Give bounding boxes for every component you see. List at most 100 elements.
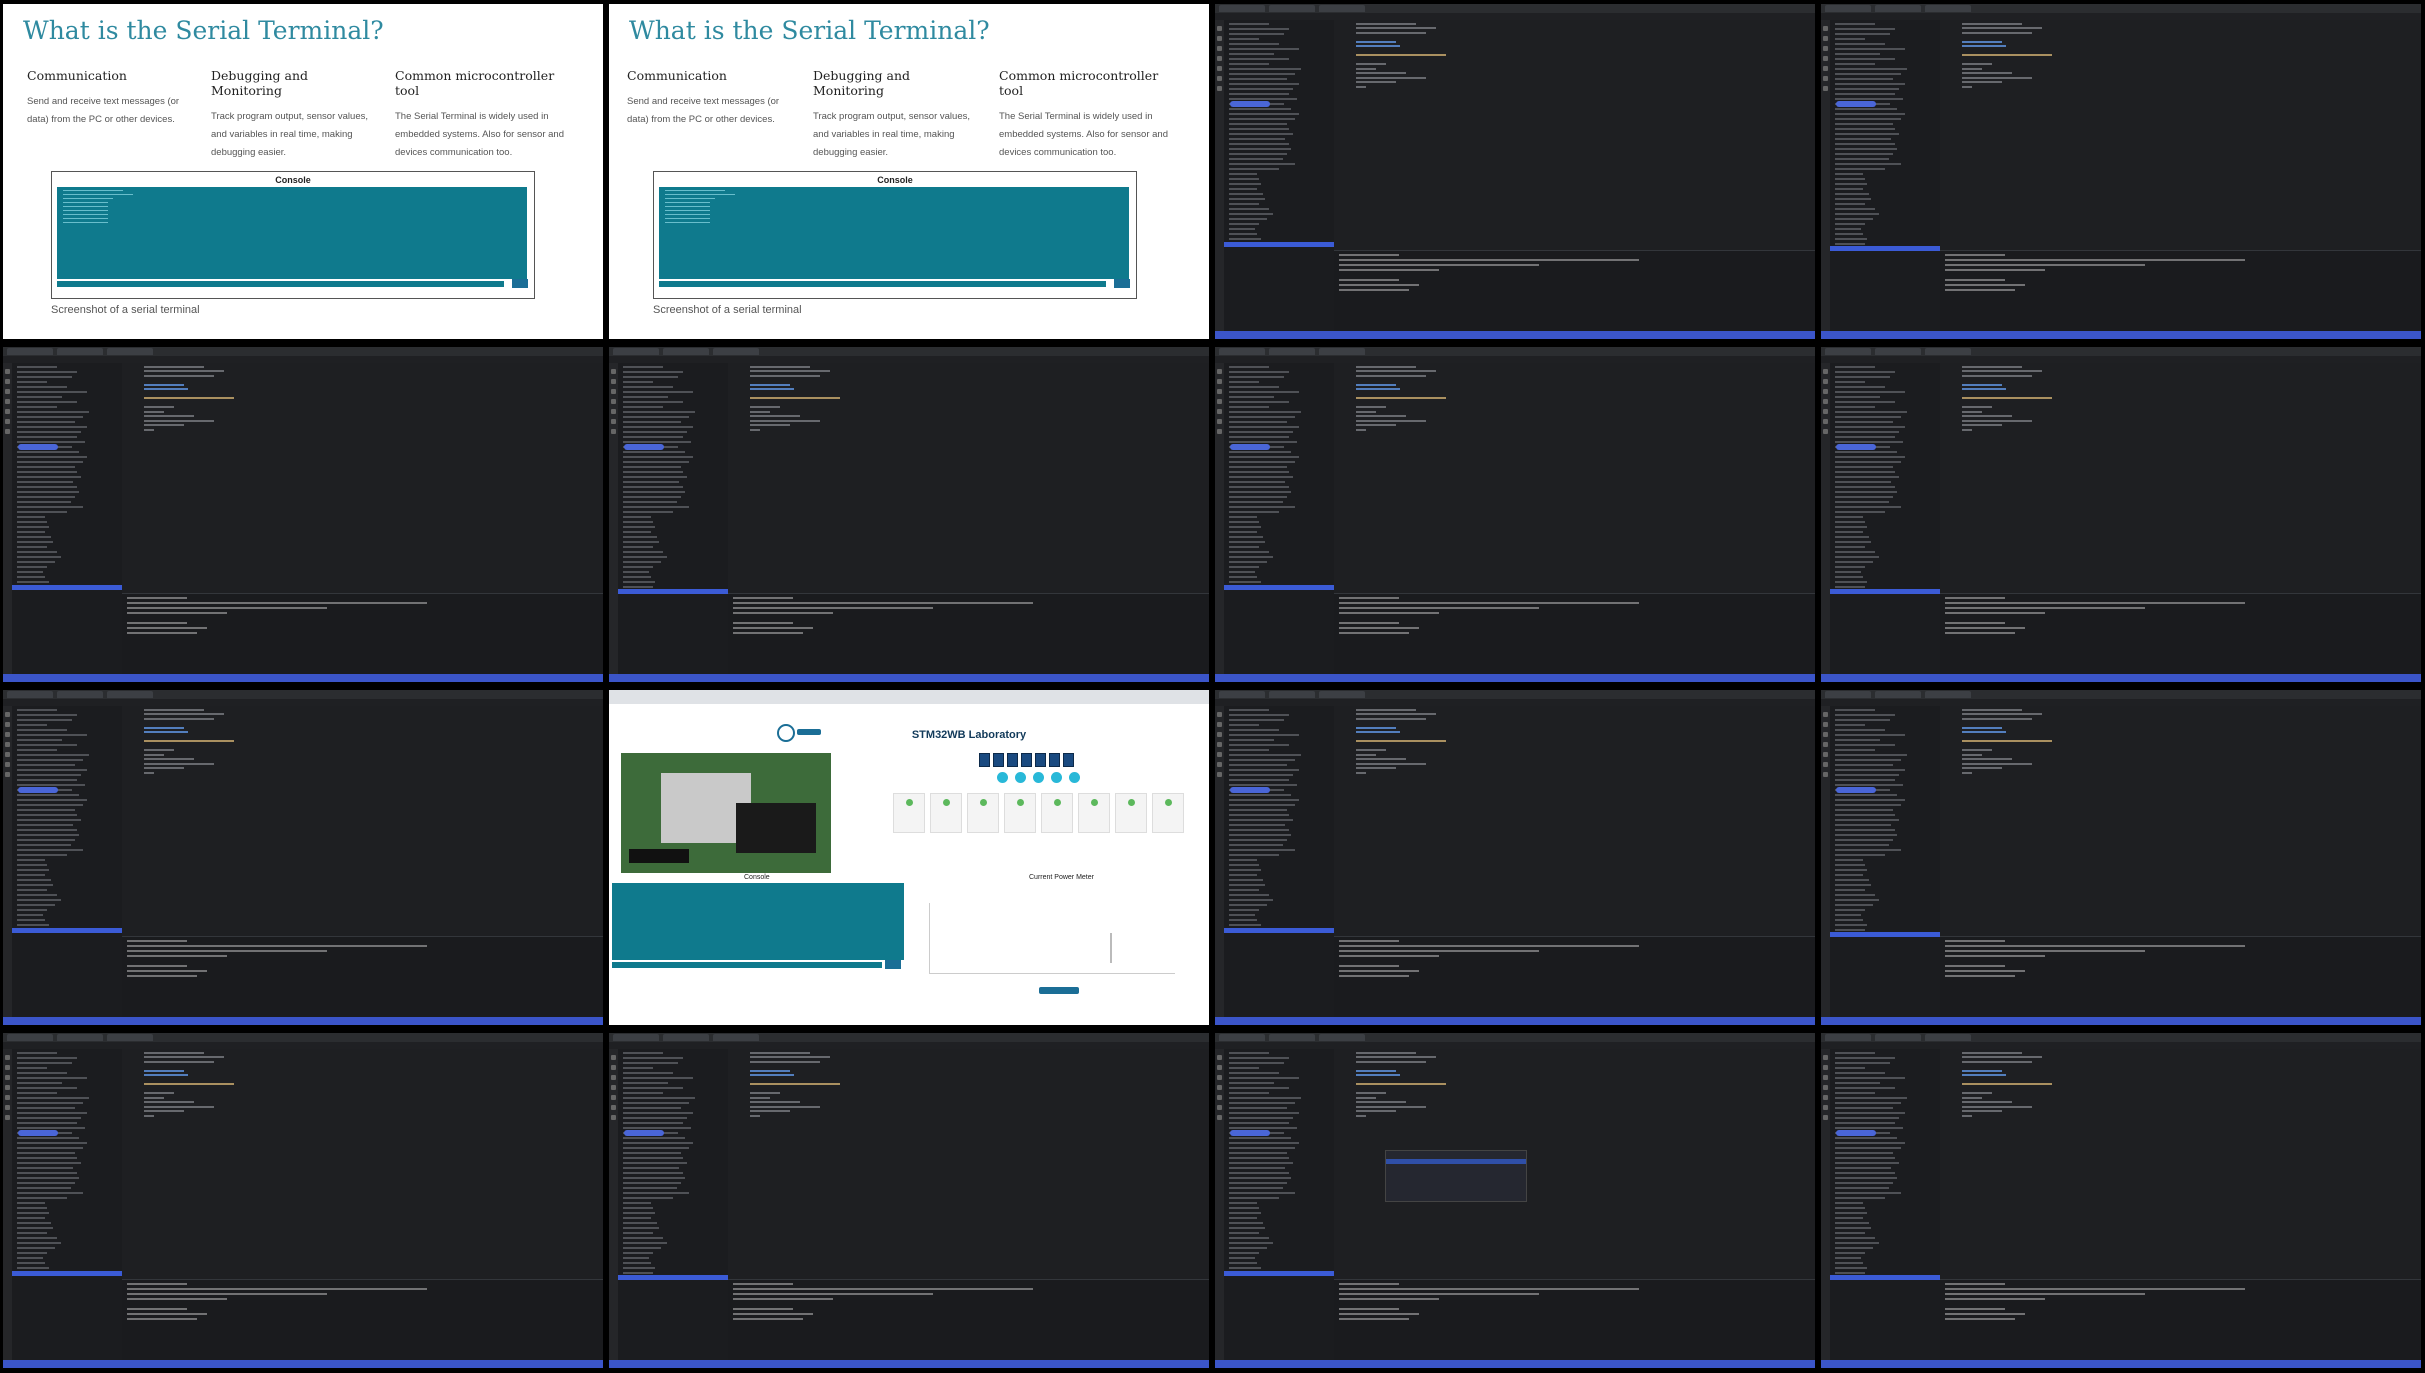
activity-bar — [1821, 706, 1830, 1017]
file-explorer — [1224, 1049, 1334, 1360]
explorer-entry — [1229, 431, 1293, 433]
output-panel — [1940, 1279, 2421, 1360]
code-editor — [122, 363, 603, 594]
browser-tab — [1219, 691, 1265, 698]
editor-menu-bar — [1821, 356, 2421, 363]
explorer-entry — [623, 1077, 693, 1079]
output-line — [1339, 289, 1409, 291]
explorer-entry — [623, 406, 663, 408]
gpio-toggle — [1164, 799, 1172, 806]
activity-icon — [1823, 1065, 1828, 1070]
output-line — [1945, 1318, 2015, 1320]
explorer-entry — [1835, 724, 1865, 726]
explorer-entry — [1229, 541, 1265, 543]
column-heading: Debugging and Monitoring — [211, 68, 309, 98]
status-bar — [1215, 331, 1815, 339]
explorer-entry — [623, 431, 687, 433]
explorer-entry — [623, 566, 653, 568]
output-line — [127, 597, 187, 599]
explorer-entry — [1835, 68, 1907, 70]
code-line — [1356, 81, 1396, 83]
output-line — [1945, 289, 2015, 291]
explorer-entry — [623, 456, 693, 458]
explorer-entry — [623, 516, 651, 518]
output-panel — [1334, 936, 1815, 1017]
activity-icon — [1217, 86, 1222, 91]
explorer-selected-row — [1830, 246, 1940, 251]
code-line — [1356, 397, 1446, 399]
output-line — [1945, 975, 2015, 977]
explorer-entry — [1229, 238, 1261, 240]
explorer-entry — [1835, 819, 1899, 821]
explorer-entry — [17, 491, 79, 493]
code-line — [1356, 762, 1426, 765]
output-line — [1945, 627, 2025, 629]
code-line — [750, 397, 840, 399]
browser-tab — [107, 1034, 153, 1041]
explorer-entry — [1835, 213, 1879, 215]
explorer-entry — [1229, 1227, 1265, 1229]
explorer-entry — [1229, 1102, 1295, 1104]
explorer-entry — [17, 1222, 51, 1224]
explorer-entry — [17, 1257, 43, 1259]
explorer-entry — [17, 526, 49, 528]
slide-tile-1: What is the Serial Terminal? Communicati… — [3, 4, 603, 339]
activity-icon — [1823, 66, 1828, 71]
explorer-entry — [623, 1062, 678, 1064]
explorer-entry — [1229, 784, 1297, 786]
activity-icon — [1823, 1085, 1828, 1090]
explorer-entry — [623, 501, 677, 503]
explorer-entry — [17, 396, 62, 398]
explorer-entry — [1229, 724, 1259, 726]
explorer-entry — [623, 1272, 653, 1274]
explorer-entry — [17, 1267, 49, 1269]
slide-title: What is the Serial Terminal? — [629, 16, 990, 45]
explorer-entry — [623, 1092, 663, 1094]
explorer-entry — [1835, 561, 1873, 563]
output-line — [1945, 279, 2005, 281]
explorer-selected-row — [1224, 585, 1334, 590]
activity-icon — [1217, 772, 1222, 777]
explorer-entry — [1835, 78, 1893, 80]
console-screenshot: Console — [51, 171, 535, 299]
output-line — [127, 975, 197, 977]
output-line — [733, 1298, 833, 1300]
explorer-entry — [1835, 406, 1875, 408]
console-output — [659, 187, 1129, 279]
browser-tab — [57, 1034, 103, 1041]
code-line — [1962, 1114, 1972, 1117]
output-line — [1945, 612, 2045, 614]
explorer-entry — [17, 521, 47, 523]
explorer-entry — [623, 1207, 653, 1209]
explorer-entry — [623, 521, 653, 523]
explorer-entry — [1835, 804, 1901, 806]
explorer-entry — [623, 586, 653, 588]
explorer-entry — [1229, 914, 1255, 916]
explorer-entry — [1229, 401, 1289, 403]
explorer-entry — [1835, 198, 1871, 200]
explorer-entry — [1229, 1192, 1295, 1194]
file-explorer — [12, 363, 122, 674]
explorer-entry — [623, 576, 651, 578]
explorer-entry — [1229, 481, 1285, 483]
activity-icon — [1823, 1075, 1828, 1080]
activity-icon — [5, 712, 10, 717]
explorer-entry — [1835, 451, 1897, 453]
code-line — [1962, 370, 2042, 372]
explorer-entry — [1229, 228, 1255, 230]
explorer-entry — [17, 556, 61, 558]
activity-icon — [1217, 1095, 1222, 1100]
code-line — [144, 424, 184, 426]
output-line — [127, 945, 427, 947]
power-meter-chart — [929, 903, 1175, 974]
explorer-entry — [1835, 93, 1895, 95]
explorer-entry — [17, 431, 81, 433]
explorer-entry — [1229, 1257, 1255, 1259]
column-debugging: Debugging and Monitoring Track program o… — [211, 68, 381, 162]
code-line — [1962, 54, 2052, 56]
explorer-entry — [1229, 23, 1269, 25]
explorer-entry — [1835, 386, 1885, 388]
explorer-entry — [1229, 1232, 1259, 1234]
explorer-entry — [1835, 501, 1889, 503]
activity-icon — [1823, 732, 1828, 737]
